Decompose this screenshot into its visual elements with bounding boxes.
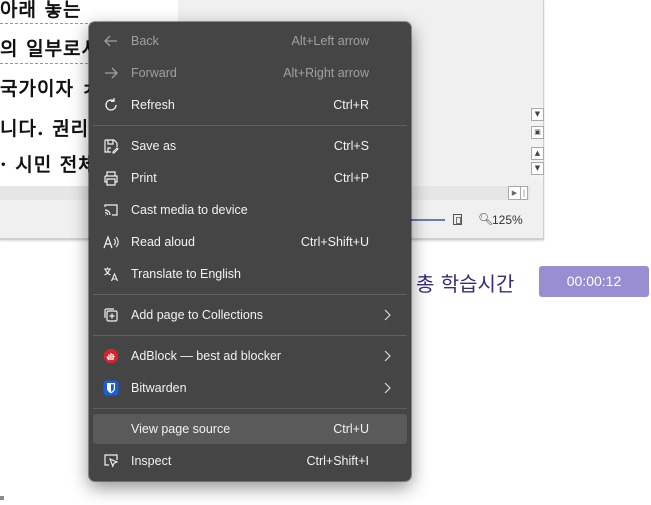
- total-study-time-label: 총 학습시간: [416, 272, 515, 296]
- menu-item-cast-media[interactable]: Cast media to device: [93, 195, 407, 225]
- inspect-icon: [103, 453, 119, 469]
- menu-item-save-as[interactable]: Save as Ctrl+S: [93, 131, 407, 161]
- menu-item-add-to-collections[interactable]: Add page to Collections: [93, 300, 407, 330]
- cast-icon: [103, 202, 119, 218]
- study-timer: 00:00:12: [539, 266, 649, 297]
- menu-item-label: Bitwarden: [131, 381, 187, 395]
- menu-item-label: Refresh: [131, 98, 175, 112]
- forward-arrow-icon: [103, 65, 119, 81]
- menu-item-shortcut: Ctrl+R: [333, 98, 369, 112]
- document-line: 의 일부로서: [0, 38, 101, 60]
- chevron-right-icon: [381, 380, 393, 396]
- menu-item-bitwarden[interactable]: Bitwarden: [93, 373, 407, 403]
- menu-item-label: Save as: [131, 139, 177, 153]
- document-line: 아래 놓는: [0, 0, 82, 21]
- bitwarden-icon: [103, 380, 119, 396]
- page-up-icon[interactable]: ▲: [531, 147, 544, 160]
- menu-item-shortcut: Ctrl+U: [333, 422, 369, 436]
- menu-item-forward[interactable]: Forward Alt+Right arrow: [93, 58, 407, 88]
- menu-item-label: Read aloud: [131, 235, 195, 249]
- menu-item-back[interactable]: Back Alt+Left arrow: [93, 26, 407, 56]
- menu-item-label: Add page to Collections: [131, 308, 264, 322]
- menu-item-shortcut: Alt+Left arrow: [291, 34, 369, 48]
- menu-separator: [93, 335, 407, 336]
- menu-item-shortcut: Alt+Right arrow: [283, 66, 369, 80]
- context-menu: Back Alt+Left arrow Forward Alt+Right ar…: [89, 22, 411, 481]
- zoom-magnifier-icon[interactable]: 🔍︎: [478, 212, 493, 226]
- menu-item-label: Cast media to device: [131, 203, 248, 217]
- zoom-level: 125%: [492, 213, 523, 227]
- chevron-right-icon: [381, 348, 393, 364]
- menu-item-shortcut: Ctrl+Shift+I: [306, 454, 369, 468]
- menu-item-shortcut: Ctrl+P: [333, 171, 369, 185]
- menu-item-refresh[interactable]: Refresh Ctrl+R: [93, 90, 407, 120]
- scroll-down-icon[interactable]: ▼: [531, 108, 544, 121]
- menu-separator: [93, 125, 407, 126]
- zoom-slider[interactable]: [411, 219, 445, 221]
- page-down-icon[interactable]: ▼: [531, 162, 544, 175]
- menu-item-label: Print: [131, 171, 157, 185]
- page-view-icon[interactable]: ▣: [531, 126, 544, 139]
- back-arrow-icon: [103, 33, 119, 49]
- page-marker: [0, 496, 4, 500]
- menu-item-label: AdBlock — best ad blocker: [131, 349, 282, 363]
- menu-separator: [93, 294, 407, 295]
- read-aloud-icon: [103, 234, 119, 250]
- menu-item-print[interactable]: Print Ctrl+P: [93, 163, 407, 193]
- translate-icon: [103, 266, 119, 282]
- menu-item-shortcut: Ctrl+S: [333, 139, 369, 153]
- menu-item-view-page-source[interactable]: View page source Ctrl+U: [93, 414, 407, 444]
- save-as-icon: [103, 138, 119, 154]
- collections-icon: [103, 307, 119, 323]
- menu-item-shortcut: Ctrl+Shift+U: [300, 235, 369, 249]
- menu-item-label: Inspect: [131, 454, 172, 468]
- menu-item-translate[interactable]: Translate to English: [93, 259, 407, 289]
- menu-separator: [93, 408, 407, 409]
- menu-item-label: Translate to English: [131, 267, 242, 281]
- menu-item-read-aloud[interactable]: Read aloud Ctrl+Shift+U: [93, 227, 407, 257]
- menu-item-adblock[interactable]: AdBlock — best ad blocker: [93, 341, 407, 371]
- menu-item-label: Back: [131, 34, 159, 48]
- menu-item-inspect[interactable]: Inspect Ctrl+Shift+I: [93, 446, 407, 476]
- document-line: 국가이자 ㅊ: [0, 78, 101, 100]
- menu-item-label: Forward: [131, 66, 177, 80]
- document-line: · 시민 전체: [0, 154, 97, 176]
- adblock-icon: [103, 348, 119, 364]
- printer-icon: [103, 170, 119, 186]
- refresh-icon: [103, 97, 119, 113]
- fit-page-icon[interactable]: [453, 214, 462, 225]
- chevron-right-icon: [381, 307, 393, 323]
- split-handle-icon[interactable]: |: [520, 186, 528, 200]
- menu-item-label: View page source: [131, 422, 231, 436]
